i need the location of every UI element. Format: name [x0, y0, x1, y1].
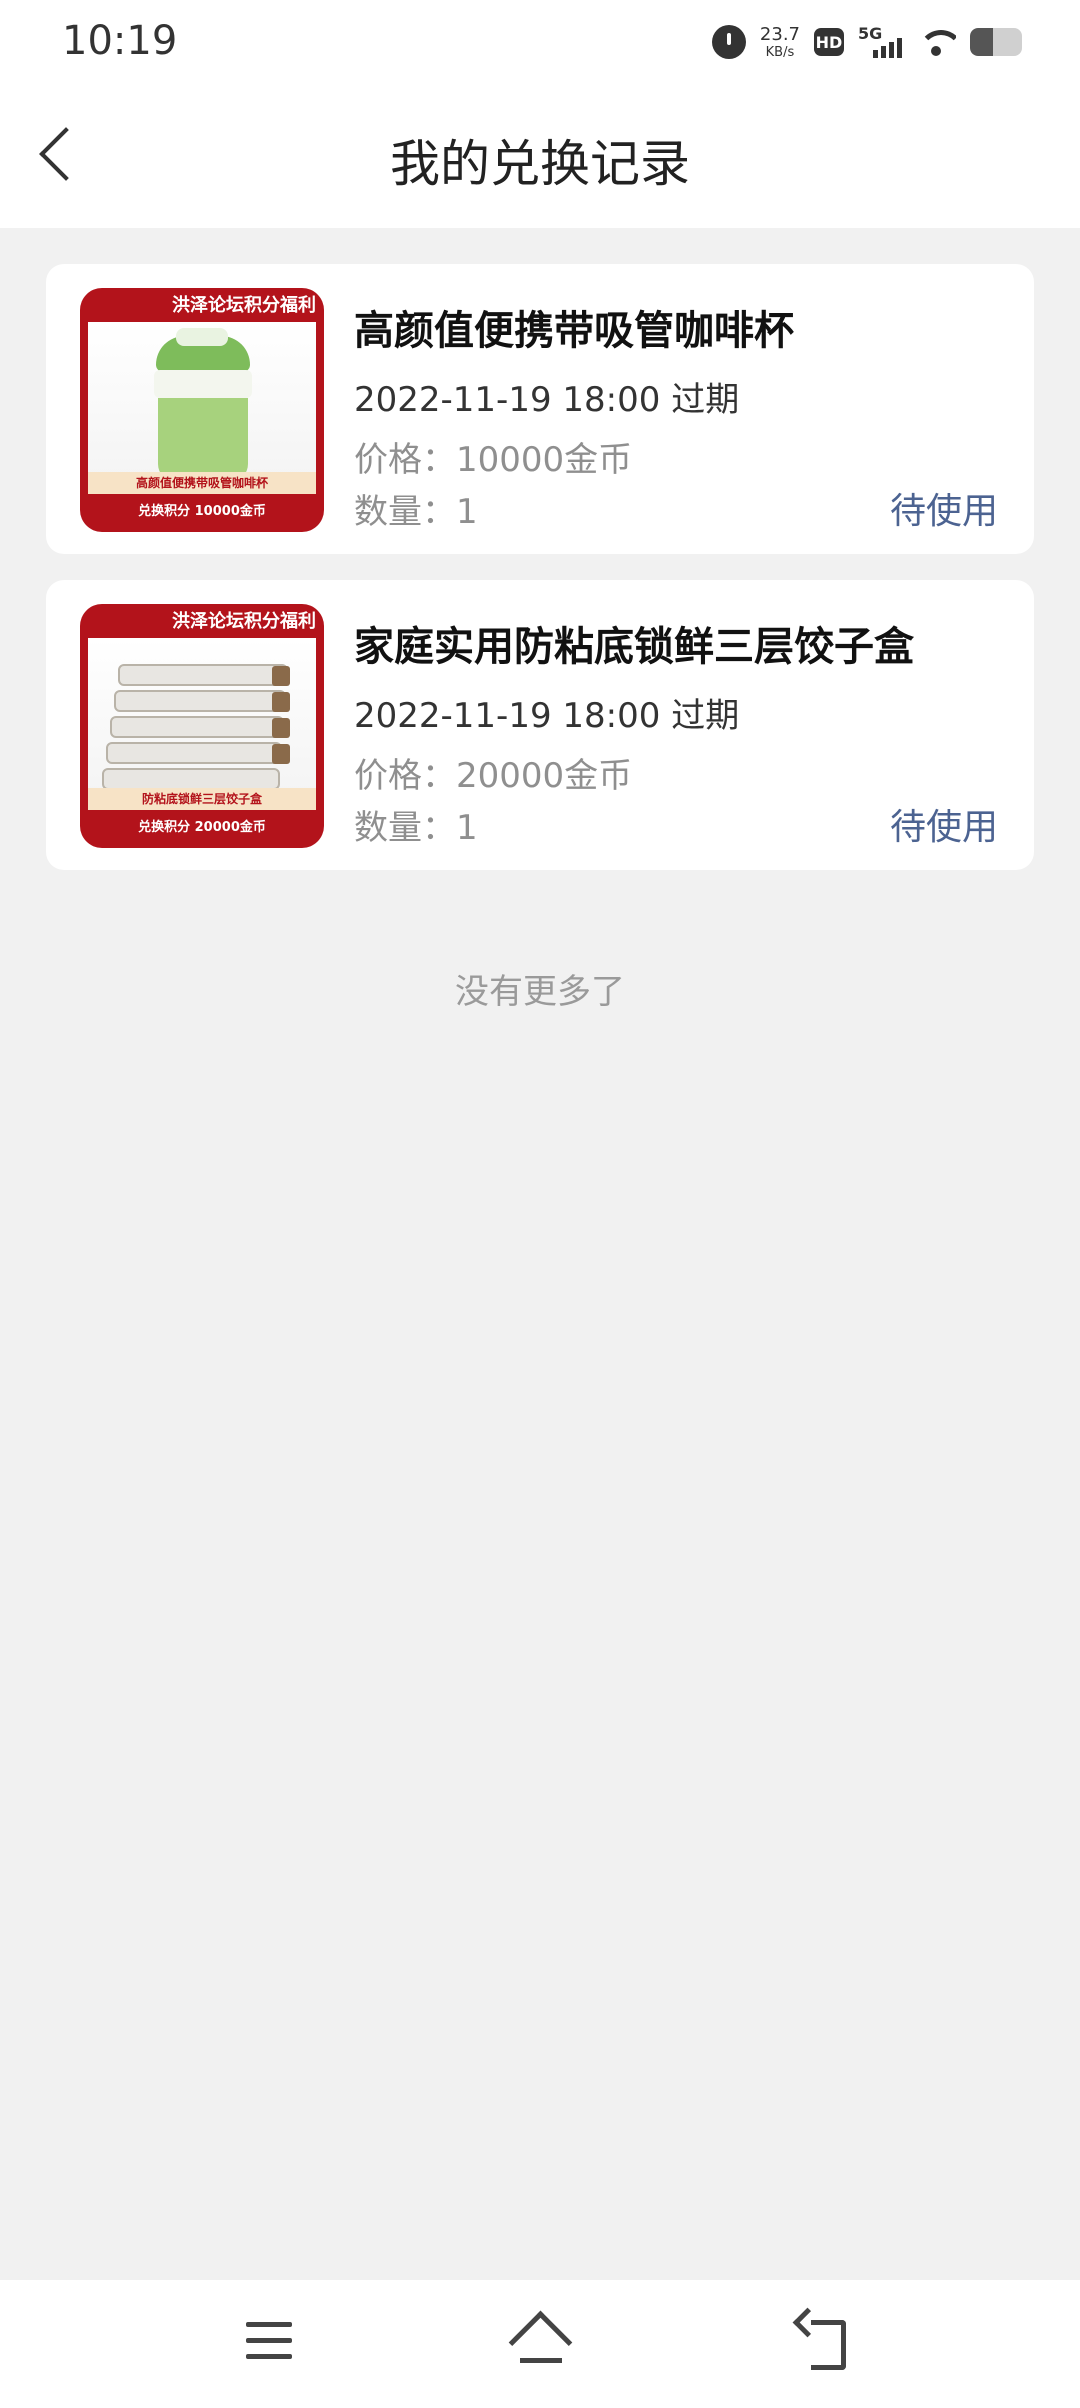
record-card[interactable]: 洪泽论坛积分福利 高颜值便携带吸管咖啡杯 兑换积分 10000金币 高颜值便携带…: [46, 264, 1034, 554]
product-image: 洪泽论坛积分福利 防粘底锁鲜三层饺子盒 兑换积分 20000金币: [80, 604, 324, 848]
system-nav-bar: [0, 2280, 1080, 2408]
status-to-use-link[interactable]: 待使用: [890, 798, 998, 850]
quantity-text: 数量：1: [354, 808, 478, 848]
battery-level-fill: [970, 28, 994, 56]
battery-icon: [970, 28, 1022, 56]
status-time: 10:19: [62, 18, 178, 64]
status-icons: 23.7 KB/s HD 5G: [711, 20, 1022, 64]
home-icon[interactable]: [500, 2306, 580, 2376]
image-banner: 洪泽论坛积分福利: [172, 295, 316, 316]
no-more-text: 没有更多了: [455, 972, 625, 1012]
dumpling-box-illustration: [98, 654, 308, 794]
network-speed: 23.7 KB/s: [759, 23, 800, 60]
coffee-cup-illustration: [150, 328, 256, 482]
product-photo: [88, 322, 316, 494]
image-price: 兑换积分 10000金币: [138, 504, 266, 519]
wifi-icon: [916, 26, 956, 58]
network-speed-unit: KB/s: [765, 44, 795, 60]
record-list: 洪泽论坛积分福利 高颜值便携带吸管咖啡杯 兑换积分 10000金币 高颜值便携带…: [46, 264, 1034, 896]
hd-icon: HD: [814, 28, 844, 56]
image-price: 兑换积分 20000金币: [138, 820, 266, 835]
price-text: 价格：10000金币: [354, 440, 633, 480]
product-image: 洪泽论坛积分福利 高颜值便携带吸管咖啡杯 兑换积分 10000金币: [80, 288, 324, 532]
network-speed-value: 23.7: [759, 23, 800, 45]
image-caption: 防粘底锁鲜三层饺子盒: [88, 788, 316, 810]
expire-time: 2022-11-19 18:00 过期: [354, 380, 740, 420]
alarm-icon: [711, 25, 746, 59]
price-text: 价格：20000金币: [354, 756, 633, 796]
product-title: 家庭实用防粘底锁鲜三层饺子盒: [354, 624, 914, 670]
status-to-use-link[interactable]: 待使用: [890, 482, 998, 534]
expire-time: 2022-11-19 18:00 过期: [354, 696, 740, 736]
quantity-text: 数量：1: [354, 492, 478, 532]
page-header: 我的兑换记录: [0, 84, 1080, 228]
image-caption: 高颜值便携带吸管咖啡杯: [88, 472, 316, 494]
page-title: 我的兑换记录: [390, 135, 690, 193]
status-bar: 10:19 23.7 KB/s HD 5G: [0, 0, 1080, 84]
image-banner: 洪泽论坛积分福利: [172, 611, 316, 632]
back-nav-icon[interactable]: [785, 2306, 865, 2376]
menu-icon[interactable]: [230, 2306, 310, 2376]
record-card[interactable]: 洪泽论坛积分福利 防粘底锁鲜三层饺子盒 兑换积分 20000金币 家庭实用防粘底…: [46, 580, 1034, 870]
signal-icon: 5G: [858, 24, 902, 60]
product-photo: [88, 638, 316, 810]
product-title: 高颜值便携带吸管咖啡杯: [354, 308, 794, 354]
